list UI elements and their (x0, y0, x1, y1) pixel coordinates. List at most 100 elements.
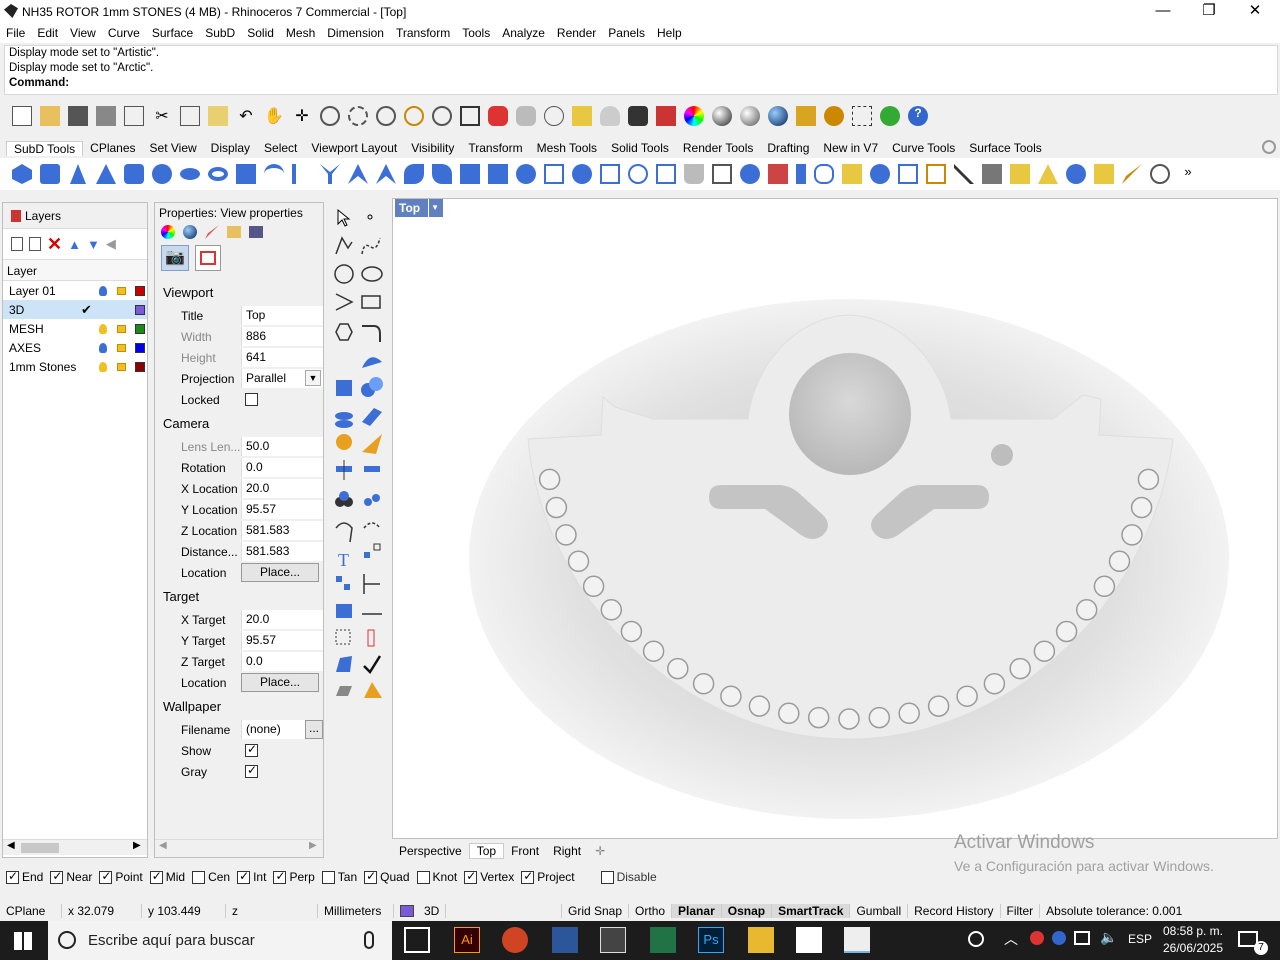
filter-toggle[interactable]: Filter (1001, 903, 1041, 918)
grasshopper-cursor-icon[interactable] (852, 106, 872, 126)
rhino-taskbar-icon[interactable] (844, 927, 870, 953)
menu-curve[interactable]: Curve (102, 26, 146, 40)
cylinder-icon[interactable] (335, 412, 353, 428)
scale-icon[interactable] (364, 543, 381, 558)
select-icon[interactable] (572, 106, 592, 126)
delete-layer-icon[interactable]: ✕ (47, 234, 62, 255)
layer-color-swatch[interactable] (135, 323, 145, 334)
photoshop-icon[interactable]: Ps (698, 927, 724, 953)
tab-new-in-v7[interactable]: New in V7 (816, 141, 885, 155)
tray-sync-icon[interactable] (1052, 931, 1066, 945)
osnap-checkbox[interactable] (192, 870, 206, 884)
rendered-sphere-icon[interactable] (740, 106, 760, 126)
subd-tools-icon[interactable] (954, 164, 974, 184)
ungroup-icon[interactable] (364, 494, 380, 506)
layer-visible-icon[interactable] (99, 342, 107, 353)
tray-app-icon[interactable] (1030, 931, 1044, 945)
subd-loft-icon[interactable] (264, 164, 284, 184)
material-props-icon[interactable] (183, 225, 197, 239)
locked-checkbox[interactable] (245, 393, 258, 406)
subd-remove-crease-icon[interactable] (488, 164, 508, 184)
menu-file[interactable]: File (0, 26, 31, 40)
menu-tools[interactable]: Tools (456, 26, 496, 40)
osnap-checkbox[interactable] (50, 869, 64, 884)
illustrator-icon[interactable]: Ai (454, 927, 480, 953)
rectangle-icon[interactable] (361, 295, 381, 309)
lock-icon[interactable] (628, 106, 648, 126)
object-props-icon[interactable] (161, 225, 175, 239)
osnap-icon[interactable] (544, 106, 564, 126)
subd-pyramid-icon[interactable] (96, 164, 116, 184)
add-viewport-icon[interactable]: ✛ (588, 844, 612, 858)
taskbar-search[interactable]: Escribe aquí para buscar (48, 921, 392, 960)
task-view-icon[interactable] (404, 927, 430, 953)
tab-front[interactable]: Front (504, 844, 546, 858)
new-file-icon[interactable] (12, 106, 32, 126)
osnap-tan[interactable]: Tan (321, 870, 357, 884)
tab-render-tools[interactable]: Render Tools (676, 141, 761, 155)
subd-display-icon[interactable] (768, 164, 788, 184)
tab-right[interactable]: Right (546, 844, 588, 858)
color-wheel-icon[interactable] (684, 106, 704, 126)
tab-visibility[interactable]: Visibility (404, 141, 461, 155)
subd-fill-icon[interactable] (600, 164, 620, 184)
subd-convert-icon[interactable] (982, 164, 1002, 184)
osnap-quad[interactable]: Quad (364, 869, 410, 884)
osnap-cen[interactable]: Cen (192, 870, 230, 884)
subd-patch-icon[interactable] (842, 164, 862, 184)
calculator-icon[interactable] (600, 927, 626, 953)
subd-insert-edge-icon[interactable] (404, 164, 424, 184)
grid-dots-icon[interactable] (335, 629, 351, 645)
arc-icon[interactable] (335, 293, 354, 311)
polyline-icon[interactable] (335, 236, 353, 255)
ztarget-field[interactable]: 0.0 (241, 652, 323, 671)
zoom-extents-icon[interactable] (376, 106, 396, 126)
gray-checkbox[interactable] (245, 763, 258, 778)
layer-visible-icon[interactable] (99, 285, 107, 296)
clock-time[interactable]: 08:58 p. m. (1160, 924, 1226, 938)
subd-flag-icon[interactable] (1094, 164, 1114, 184)
current-layer-check-icon[interactable]: ✔ (81, 302, 92, 318)
polygon-icon[interactable] (335, 323, 353, 341)
collapse-icon[interactable]: ◀ (106, 236, 116, 252)
windows-start-icon[interactable] (14, 932, 32, 950)
menu-dimension[interactable]: Dimension (321, 26, 390, 40)
network-icon[interactable] (1074, 931, 1090, 945)
record-history-toggle[interactable]: Record History (908, 903, 1001, 918)
subd-grid-icon[interactable] (898, 164, 918, 184)
copy-icon[interactable] (180, 106, 200, 126)
close-icon[interactable]: ✕ (1232, 0, 1278, 23)
subd-torus-icon[interactable] (208, 167, 228, 181)
tab-top[interactable]: Top (468, 843, 505, 859)
menu-panels[interactable]: Panels (602, 26, 651, 40)
surface-curves-icon[interactable] (362, 357, 382, 368)
subd-bridge-icon[interactable] (348, 164, 368, 184)
subd-shrink-icon[interactable] (870, 164, 890, 184)
chevron-down-icon[interactable]: ▼ (305, 370, 321, 386)
grasshopper-icon[interactable] (880, 106, 900, 126)
tab-cplanes[interactable]: CPlanes (83, 141, 142, 155)
layer-lock-icon[interactable] (117, 287, 126, 295)
layers-scrollbar[interactable]: ◀ ▶ (3, 839, 147, 855)
layers-scroll-thumb[interactable] (21, 843, 59, 853)
menu-surface[interactable]: Surface (146, 26, 199, 40)
distance-field[interactable]: 581.583 (241, 542, 323, 561)
projection-select[interactable]: Parallel ▼ (241, 369, 323, 388)
text-icon[interactable]: T (338, 550, 349, 570)
osnap-checkbox[interactable] (321, 870, 335, 884)
car-gray-icon[interactable] (516, 106, 536, 126)
rotate-view-icon[interactable]: ✛ (292, 106, 312, 126)
zoom-window-icon[interactable] (348, 106, 368, 126)
photos-icon[interactable] (796, 927, 822, 953)
osnap-int[interactable]: Int (237, 869, 266, 884)
volume-icon[interactable]: 🔈 (1100, 929, 1117, 946)
excel-icon[interactable] (650, 927, 676, 953)
subd-ball-icon[interactable] (152, 164, 172, 184)
layer-row[interactable]: 3D ✔ (3, 300, 147, 319)
camera-icon[interactable]: 📷 (161, 245, 189, 271)
osnap-checkbox[interactable] (521, 869, 535, 884)
menu-analyze[interactable]: Analyze (496, 26, 551, 40)
layer-color-swatch[interactable] (135, 304, 145, 315)
subd-append-icon[interactable] (572, 164, 592, 184)
browse-button[interactable]: ... (305, 720, 323, 739)
